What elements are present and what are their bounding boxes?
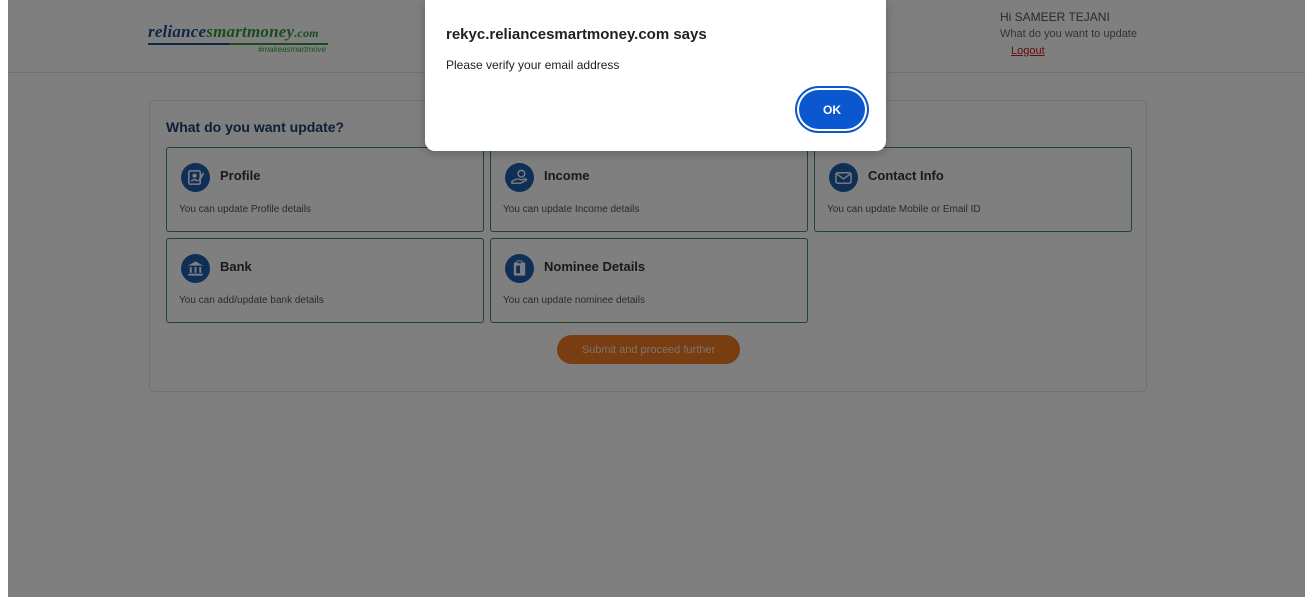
dialog-title: rekyc.reliancesmartmoney.com says xyxy=(446,26,707,43)
ok-button[interactable]: OK xyxy=(799,90,865,129)
page: reliancesmartmoney.com #makeasmartmove H… xyxy=(8,0,1305,597)
alert-dialog: rekyc.reliancesmartmoney.com says Please… xyxy=(425,0,886,151)
dialog-message: Please verify your email address xyxy=(446,58,620,72)
